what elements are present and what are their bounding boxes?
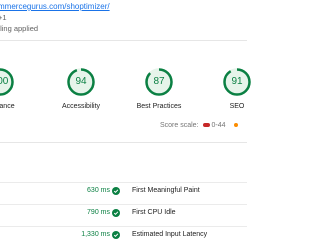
metric-value: 1,330 ms xyxy=(81,231,110,238)
row-divider xyxy=(0,226,247,227)
gauge-score: 94 xyxy=(75,76,87,87)
pass-check-icon xyxy=(112,231,120,239)
pass-check-icon xyxy=(112,187,120,195)
score-scale-label: Score scale: xyxy=(160,122,199,129)
metric-row: 790 ms First CPU Idle xyxy=(0,204,247,226)
metric-name: First CPU Idle xyxy=(132,209,176,216)
section-divider xyxy=(0,142,247,143)
gauge-score: 91 xyxy=(231,76,243,87)
metric-row: 630 ms First Meaningful Paint xyxy=(0,182,247,204)
gauge-label: formance xyxy=(0,103,15,110)
metric-value: 630 ms xyxy=(87,187,110,194)
gauge-best-practices[interactable]: 87 Best Practices xyxy=(129,67,189,110)
gauge-seo[interactable]: 91 SEO xyxy=(207,67,267,110)
metric-row: 1,330 ms Estimated Input Latency xyxy=(0,226,247,248)
gauge-accessibility[interactable]: 94 Accessibility xyxy=(51,67,111,110)
report-header: mmercegurus.com/shoptimizer/ +1 tling ap… xyxy=(0,0,247,40)
row-divider xyxy=(0,204,247,205)
header-meta-line: +1 xyxy=(0,13,7,22)
gauge-performance[interactable]: 100 formance xyxy=(0,67,30,110)
gauge-label: Best Practices xyxy=(136,103,182,110)
metric-name: First Meaningful Paint xyxy=(132,187,200,194)
average-range-swatch-icon xyxy=(233,123,238,128)
throttling-note: tling applied xyxy=(0,24,39,33)
fail-range-swatch-icon xyxy=(202,123,210,128)
gauge-score: 100 xyxy=(0,76,9,87)
score-scale-legend: Score scale: 0-44 xyxy=(160,122,238,129)
metric-value: 790 ms xyxy=(87,209,110,216)
gauge-score: 87 xyxy=(153,76,165,87)
gauge-label: Accessibility xyxy=(61,103,101,110)
gauge-label: SEO xyxy=(229,103,245,110)
page-url-link[interactable]: mmercegurus.com/shoptimizer/ xyxy=(0,2,110,11)
score-gauges: 100 formance 94 Accessibility 87 Best Pr… xyxy=(0,41,251,149)
fail-range-label: 0-44 xyxy=(211,122,226,129)
metric-name: Estimated Input Latency xyxy=(132,231,208,238)
row-divider xyxy=(0,182,247,183)
pass-check-icon xyxy=(112,209,120,217)
